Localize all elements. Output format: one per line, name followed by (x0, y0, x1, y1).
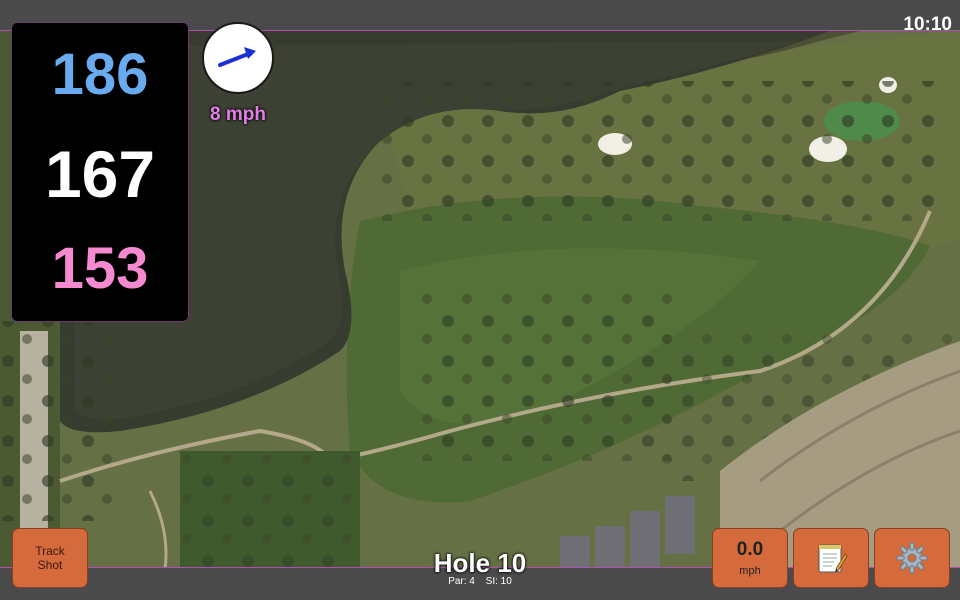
settings-button[interactable] (874, 528, 950, 588)
track-shot-label-line2: Shot (37, 558, 63, 572)
distance-middle: 167 (44, 137, 156, 211)
gear-icon (896, 542, 928, 574)
speed-button[interactable]: 0.0 mph (712, 528, 788, 588)
speed-unit: mph (739, 565, 761, 577)
wind-speed: 8 mph (210, 104, 266, 125)
distance-back: 186 (51, 42, 149, 107)
hole-stroke-index: SI: 10 (485, 576, 512, 587)
notepad-pencil-icon (818, 544, 848, 573)
wind-dial (202, 22, 274, 94)
track-shot-label-line1: Track (35, 544, 65, 558)
hole-title: Hole 10 (433, 548, 527, 578)
distance-front: 153 (51, 236, 149, 301)
wind-direction-arrow-icon (218, 47, 256, 67)
speed-value: 0.0 (736, 539, 764, 560)
hole-subtitle: Par: 4 SI: 10 (380, 576, 580, 587)
clock: 10:10 (903, 14, 952, 35)
hole-par: Par: 4 (448, 576, 475, 587)
notes-button[interactable] (793, 528, 869, 588)
track-shot-button[interactable]: Track Shot (12, 528, 88, 588)
distance-panel: 186 167 153 (11, 22, 189, 322)
